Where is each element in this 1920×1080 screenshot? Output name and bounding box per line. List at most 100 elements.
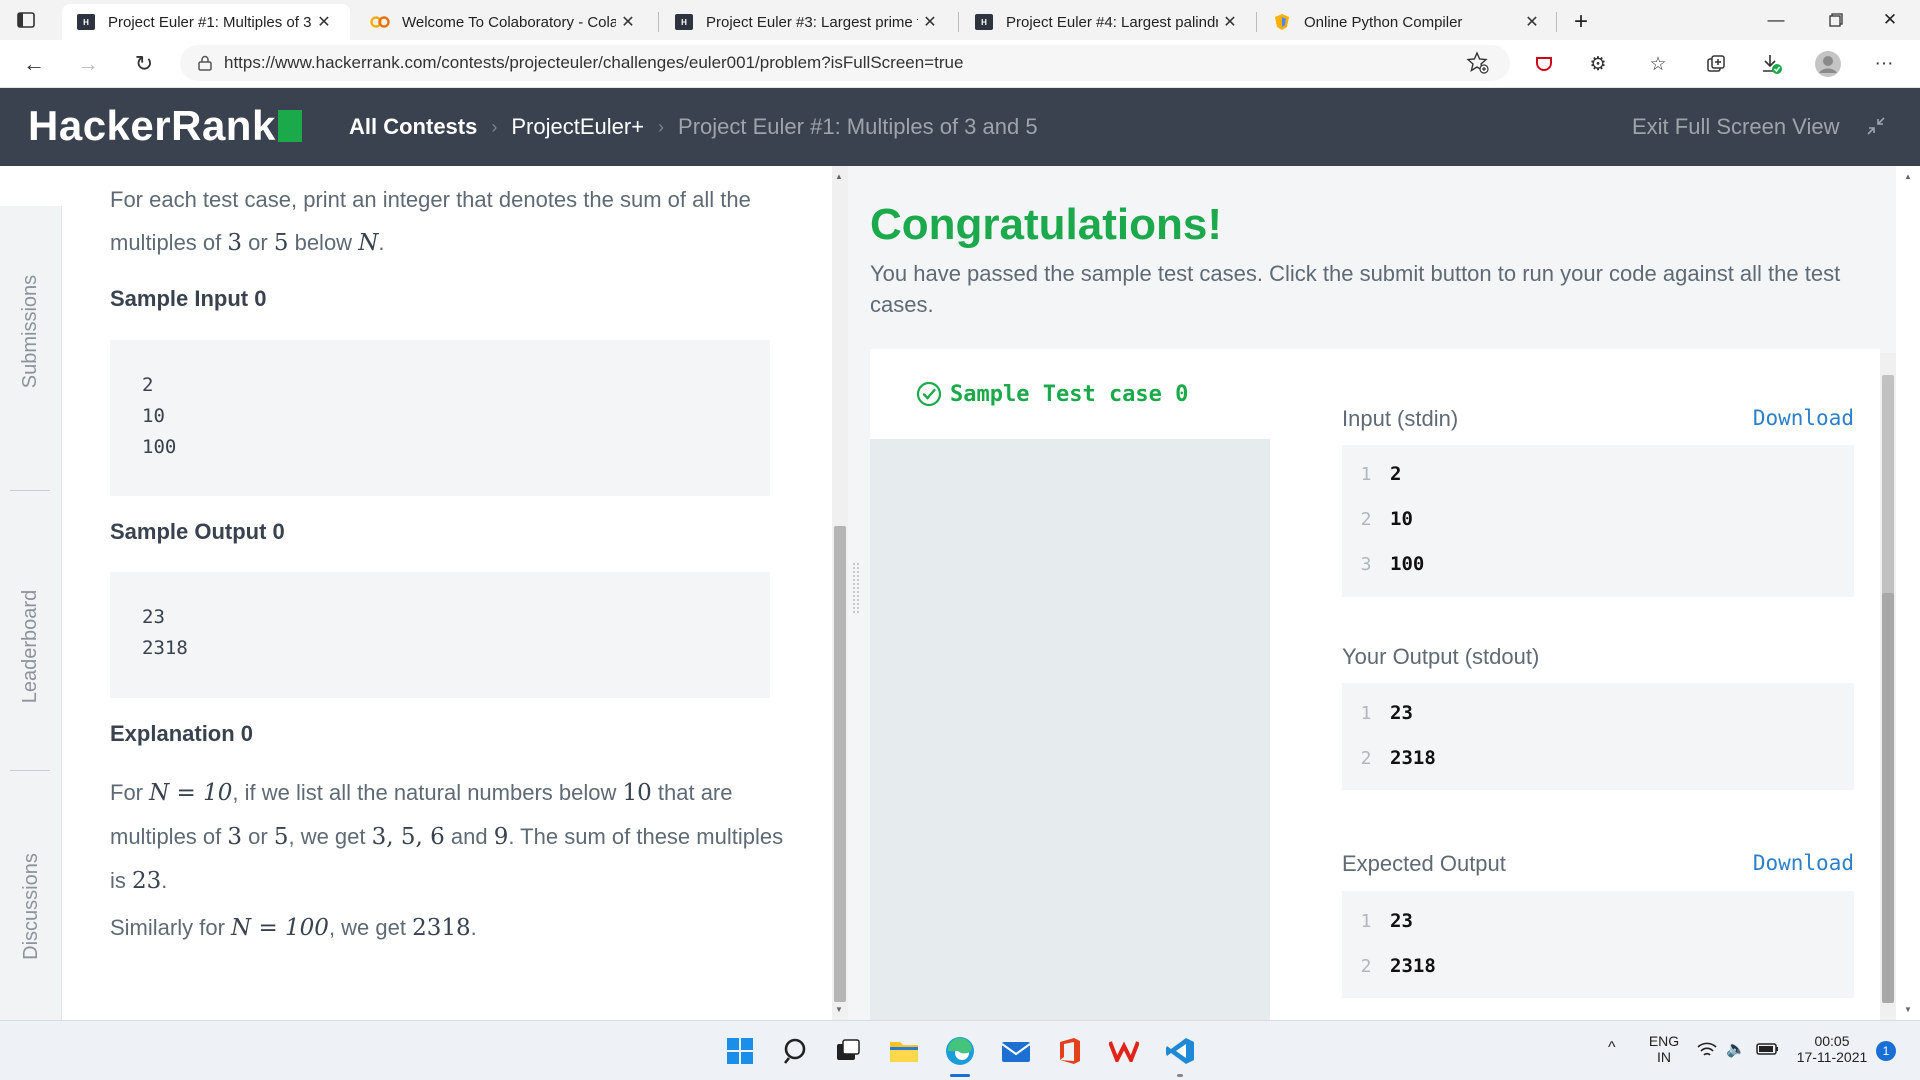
explanation-heading: Explanation 0 <box>110 721 254 746</box>
code-line: 23 <box>142 606 165 628</box>
windows-taskbar: ^ ENG IN 🔈 00:05 17-11-2021 1 <box>0 1020 1920 1080</box>
test-case-panel: Sample Test case 0 Input (stdin) Downloa… <box>870 349 1880 1020</box>
lock-icon <box>198 55 212 71</box>
close-tab-icon[interactable]: ✕ <box>616 12 640 32</box>
tab-title: Project Euler #4: Largest palindro <box>1006 13 1218 31</box>
search-icon[interactable] <box>778 1033 814 1069</box>
tab-actions-icon[interactable] <box>10 4 42 36</box>
code-line: 100 <box>142 436 177 458</box>
similarly-text: Similarly for N = 100, we get 2318. <box>110 915 477 941</box>
scroll-down-arrow-icon[interactable]: ▼ <box>1904 1005 1912 1014</box>
colab-favicon-icon <box>370 12 390 32</box>
input-box: 12 2 10 3 100 <box>1342 445 1854 597</box>
scrollbar-thumb[interactable] <box>834 526 846 1002</box>
profile-avatar-icon[interactable] <box>1814 50 1842 78</box>
output-line: 3 100 <box>1360 553 1425 575</box>
browser-tab-strip: H Project Euler #1: Multiples of 3 a ✕ W… <box>0 0 1920 40</box>
battery-icon[interactable] <box>1756 1041 1780 1057</box>
browser-tab-3[interactable]: H Project Euler #4: Largest palindro ✕ <box>960 4 1256 40</box>
task-view-icon[interactable] <box>830 1033 866 1069</box>
start-windows-icon[interactable] <box>722 1033 758 1069</box>
show-hidden-icons-chevron-icon[interactable]: ^ <box>1608 1039 1616 1057</box>
wifi-icon[interactable] <box>1696 1041 1718 1059</box>
sample-input-block: 2 10 100 <box>110 340 770 496</box>
chevron-right-icon: › <box>491 116 498 137</box>
close-tab-icon[interactable]: ✕ <box>312 12 336 32</box>
restore-icon[interactable] <box>1806 0 1866 40</box>
results-panel: Congratulations! You have passed the sam… <box>848 166 1896 1020</box>
address-bar[interactable]: https://www.hackerrank.com/contests/proj… <box>180 45 1510 81</box>
tab-title: Project Euler #3: Largest prime fa <box>706 13 918 31</box>
your-output-box: 1 23 2 2318 <box>1342 683 1854 790</box>
browser-tab-0[interactable]: H Project Euler #1: Multiples of 3 a ✕ <box>62 4 350 40</box>
back-arrow-icon[interactable]: ← <box>18 48 50 80</box>
hackerrank-favicon-icon: H <box>76 12 96 32</box>
close-tab-icon[interactable]: ✕ <box>918 12 942 32</box>
check-circle-icon <box>916 381 942 407</box>
language-indicator[interactable]: ENG IN <box>1646 1033 1682 1065</box>
hackerrank-favicon-icon: H <box>974 12 994 32</box>
office-icon[interactable] <box>1052 1033 1088 1069</box>
clock[interactable]: 00:05 17-11-2021 <box>1790 1033 1874 1065</box>
breadcrumb-projecteuler[interactable]: ProjectEuler+ <box>511 114 644 140</box>
collections-icon[interactable] <box>1702 50 1730 78</box>
vscode-icon[interactable] <box>1162 1033 1198 1077</box>
code-line: 2318 <box>142 637 188 659</box>
browser-tab-1[interactable]: Welcome To Colaboratory - Cola ✕ <box>356 4 654 40</box>
collapse-icon[interactable] <box>1866 116 1886 136</box>
programiz-favicon-icon <box>1272 12 1292 32</box>
refresh-icon[interactable]: ↻ <box>128 48 160 80</box>
page-scrollbar[interactable]: ▲ ▼ <box>1896 166 1920 1020</box>
tab-submissions[interactable]: Submissions <box>0 206 62 456</box>
results-scrollbar[interactable] <box>1880 353 1896 1020</box>
input-title: Input (stdin) <box>1342 406 1459 431</box>
download-input-link[interactable]: Download <box>1753 406 1854 430</box>
breadcrumb-current-problem: Project Euler #1: Multiples of 3 and 5 <box>678 114 1038 139</box>
edge-browser-icon[interactable] <box>942 1033 978 1077</box>
volume-icon[interactable]: 🔈 <box>1726 1039 1746 1059</box>
extension-shield-icon[interactable] <box>1530 50 1558 78</box>
extensions-puzzle-icon[interactable]: ⚙ <box>1584 50 1612 78</box>
new-tab-button[interactable]: + <box>1560 4 1600 40</box>
download-expected-link[interactable]: Download <box>1753 851 1854 875</box>
problem-intro-text: For each test case, print an integer tha… <box>110 187 751 256</box>
output-line: 2 2318 <box>1360 747 1436 769</box>
scroll-up-arrow-icon[interactable]: ▲ <box>835 172 843 181</box>
tab-discussions[interactable]: Discussions <box>0 796 62 1016</box>
tab-title: Online Python Compiler <box>1304 13 1463 31</box>
scroll-down-arrow-icon[interactable]: ▼ <box>835 1005 843 1014</box>
scroll-up-arrow-icon[interactable]: ▲ <box>1904 172 1912 181</box>
file-explorer-icon[interactable] <box>886 1033 922 1069</box>
sample-test-case-tab[interactable]: Sample Test case 0 <box>870 349 1270 439</box>
forward-arrow-icon[interactable]: → <box>72 48 104 80</box>
tab-title: Project Euler #1: Multiples of 3 a <box>108 13 312 31</box>
notification-badge[interactable]: 1 <box>1876 1041 1896 1061</box>
close-tab-icon[interactable]: ✕ <box>1520 12 1544 32</box>
more-menu-icon[interactable]: ··· <box>1870 50 1898 78</box>
browser-tab-4[interactable]: Online Python Compiler ✕ <box>1258 4 1558 40</box>
problem-scrollbar[interactable]: ▲ ▼ <box>832 166 848 1020</box>
exit-full-screen-link[interactable]: Exit Full Screen View <box>1632 88 1839 166</box>
add-favorite-icon[interactable] <box>1466 51 1490 75</box>
downloads-icon[interactable] <box>1758 50 1786 78</box>
output-line: 12 <box>1360 463 1402 485</box>
sample-output-block: 23 2318 <box>110 572 770 698</box>
favorites-icon[interactable]: ☆ <box>1644 50 1672 78</box>
close-tab-icon[interactable]: ✕ <box>1218 12 1242 32</box>
breadcrumb-all-contests[interactable]: All Contests <box>349 114 477 140</box>
url-text: https://www.hackerrank.com/contests/proj… <box>224 53 964 72</box>
pane-resize-handle[interactable] <box>852 562 860 614</box>
tab-leaderboard[interactable]: Leaderboard <box>0 526 62 766</box>
wps-office-icon[interactable] <box>1106 1033 1142 1069</box>
problem-statement-panel: For each test case, print an integer tha… <box>62 166 832 1020</box>
tab-title: Welcome To Colaboratory - Cola <box>402 13 616 31</box>
mail-icon[interactable] <box>998 1033 1034 1069</box>
scrollbar-thumb[interactable] <box>1882 593 1894 1003</box>
browser-tab-2[interactable]: H Project Euler #3: Largest prime fa ✕ <box>660 4 956 40</box>
breadcrumb: All Contests › ProjectEuler+ › Project E… <box>349 88 1038 166</box>
close-window-icon[interactable]: ✕ <box>1860 0 1920 40</box>
minimize-icon[interactable]: — <box>1746 0 1806 40</box>
hackerrank-logo[interactable]: HackerRank <box>28 102 302 150</box>
test-case-list <box>870 439 1270 1020</box>
explanation-text: For N = 10, if we list all the natural n… <box>110 780 784 894</box>
